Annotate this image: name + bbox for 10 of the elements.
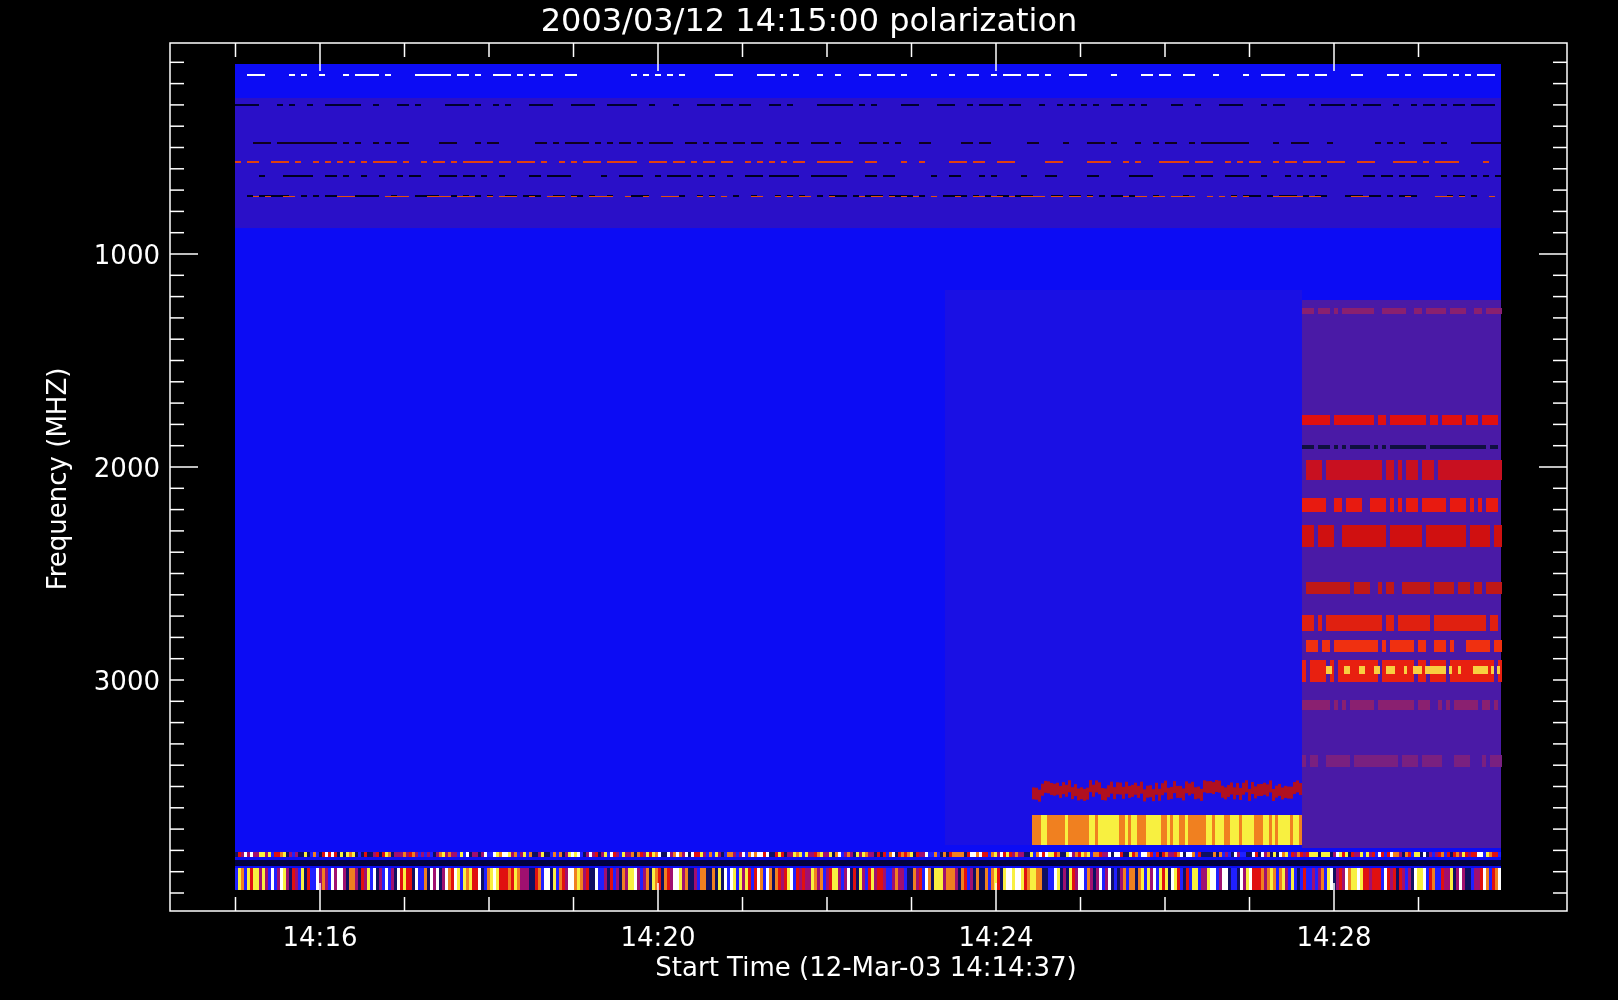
tick-label: 14:24 (958, 922, 1034, 952)
tick-label: 2000 (93, 453, 160, 483)
tick-label: 14:28 (1296, 922, 1372, 952)
tick-label: 14:16 (282, 922, 358, 952)
tick-label: 14:20 (620, 922, 696, 952)
tick-label: 3000 (93, 666, 160, 696)
axis-label: Frequency (MHZ) (42, 367, 72, 591)
axis-label: Start Time (12-Mar-03 14:14:37) (655, 952, 1077, 982)
plot-title: 2003/03/12 14:15:00 polarization (540, 1, 1078, 39)
tick-label: 1000 (93, 240, 160, 270)
